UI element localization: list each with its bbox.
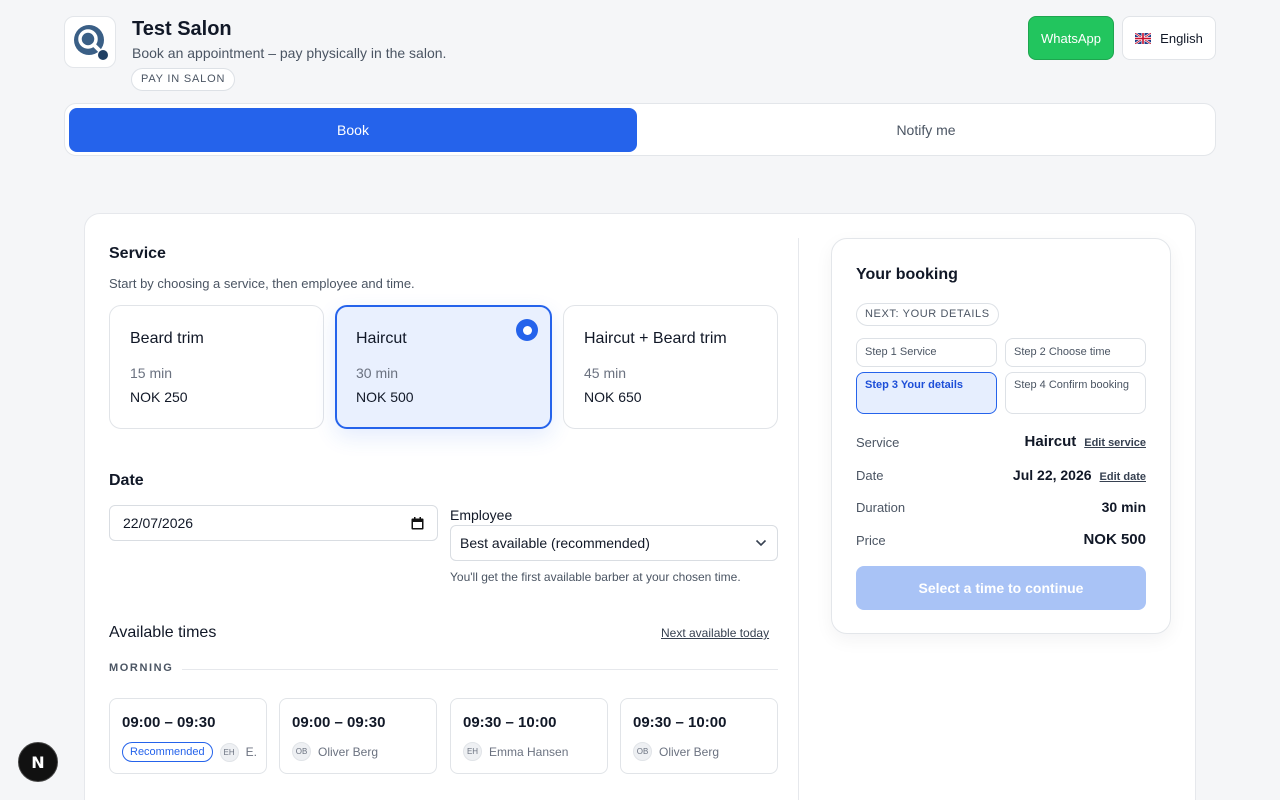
selected-radio-icon — [516, 319, 538, 341]
summary-duration-label: Duration — [856, 500, 906, 515]
employee-avatar: OB — [633, 742, 652, 761]
booking-summary-title: Your booking — [856, 266, 958, 283]
service-value: Haircut — [1024, 433, 1077, 450]
edit-service-link[interactable]: Edit service — [1084, 437, 1146, 449]
summary-service-label: Service — [856, 435, 900, 450]
time-slot[interactable]: 09:00 – 09:30 OB Oliver Berg — [279, 698, 437, 774]
continue-button[interactable]: Select a time to continue — [856, 566, 1146, 610]
slot-employee-name: Oliver Berg — [659, 744, 720, 759]
slot-employee-name: E. — [245, 745, 257, 759]
whatsapp-button[interactable]: WhatsApp — [1028, 16, 1114, 60]
morning-divider — [182, 669, 778, 670]
page-subtitle: Book an appointment – pay physically in … — [132, 45, 447, 61]
uk-flag-icon — [1135, 32, 1152, 44]
time-slot[interactable]: 09:30 – 10:00 OB Oliver Berg — [620, 698, 778, 774]
service-name: Haircut + Beard trim — [584, 330, 727, 347]
employee-label: Employee — [450, 507, 513, 523]
service-help-text: Start by choosing a service, then employ… — [109, 276, 415, 291]
time-slot[interactable]: 09:30 – 10:00 EH Emma Hansen — [450, 698, 608, 774]
summary-duration-value: 30 min — [1102, 499, 1146, 515]
step-confirm-booking[interactable]: Step 4 Confirm booking — [1005, 372, 1146, 414]
next-available-link[interactable]: Next available today — [661, 626, 769, 640]
service-duration: 15 min — [130, 365, 173, 381]
magnifier-logo-icon — [74, 25, 108, 60]
date-section-title: Date — [109, 472, 144, 489]
step-service[interactable]: Step 1 Service — [856, 338, 997, 367]
slot-time: 09:30 – 10:00 — [463, 714, 557, 731]
summary-service-value: Haircut Edit service — [1025, 433, 1146, 450]
employee-help-text: You'll get the first available barber at… — [450, 570, 741, 584]
recommended-badge: Recommended — [122, 742, 213, 762]
summary-price-value: NOK 500 — [1083, 531, 1146, 548]
column-divider — [798, 238, 799, 800]
employee-avatar: OB — [292, 742, 311, 761]
salon-logo — [64, 16, 116, 68]
employee-select[interactable]: Best available (recommended) — [450, 525, 778, 561]
step-choose-time[interactable]: Step 2 Choose time — [1005, 338, 1146, 367]
summary-date-label: Date — [856, 468, 884, 483]
page-title: Test Salon — [132, 18, 232, 40]
service-price: NOK 250 — [130, 389, 188, 405]
mode-tabs: Book Notify me — [64, 103, 1216, 156]
slot-employee-name: Oliver Berg — [318, 744, 379, 759]
language-button[interactable]: English — [1122, 16, 1216, 60]
employee-avatar: EH — [219, 742, 239, 762]
employee-select-value: Best available (recommended) — [460, 535, 650, 551]
service-name: Haircut — [356, 330, 407, 347]
edit-date-link[interactable]: Edit date — [1100, 471, 1146, 483]
slot-employee-name: Emma Hansen — [489, 744, 569, 759]
n-logo-icon: N — [31, 752, 45, 772]
employee-avatar: EH — [463, 742, 482, 761]
service-section-title: Service — [109, 245, 166, 262]
tab-book[interactable]: Book — [69, 108, 637, 152]
whatsapp-label: WhatsApp — [1041, 30, 1101, 46]
service-price: NOK 650 — [584, 389, 642, 405]
pay-in-salon-badge: PAY IN SALON — [131, 68, 236, 91]
service-duration: 45 min — [584, 365, 627, 381]
service-name: Beard trim — [130, 330, 204, 347]
service-card-beard-trim[interactable]: Beard trim 15 min NOK 250 — [109, 305, 324, 429]
morning-group-label: MORNING — [109, 662, 174, 674]
summary-price-label: Price — [856, 533, 886, 548]
time-slot[interactable]: 09:00 – 09:30 Recommended EH E. — [109, 698, 267, 774]
service-card-haircut[interactable]: Haircut 30 min NOK 500 — [335, 305, 552, 429]
step-your-details[interactable]: Step 3 Your details — [856, 372, 997, 414]
calendar-icon[interactable] — [411, 516, 424, 530]
dev-tools-badge[interactable]: N — [18, 742, 58, 782]
chevron-down-icon — [755, 539, 767, 547]
service-price: NOK 500 — [356, 389, 414, 405]
slot-time: 09:30 – 10:00 — [633, 714, 727, 731]
date-input[interactable]: 22/07/2026 — [109, 505, 438, 541]
duration-value: 30 min — [1101, 499, 1146, 515]
summary-date-value: Jul 22, 2026 Edit date — [1013, 467, 1146, 483]
service-card-haircut-beard-trim[interactable]: Haircut + Beard trim 45 min NOK 650 — [563, 305, 778, 429]
slot-time: 09:00 – 09:30 — [292, 714, 386, 731]
price-value: NOK 500 — [1083, 531, 1146, 548]
date-value: 22/07/2026 — [123, 515, 194, 531]
tab-notify-me[interactable]: Notify me — [641, 108, 1211, 152]
available-times-title: Available times — [109, 624, 217, 641]
next-step-badge: NEXT: YOUR DETAILS — [856, 303, 999, 326]
service-duration: 30 min — [356, 365, 399, 381]
language-label: English — [1160, 30, 1203, 46]
date-value: Jul 22, 2026 — [1012, 467, 1092, 483]
slot-time: 09:00 – 09:30 — [122, 714, 216, 731]
